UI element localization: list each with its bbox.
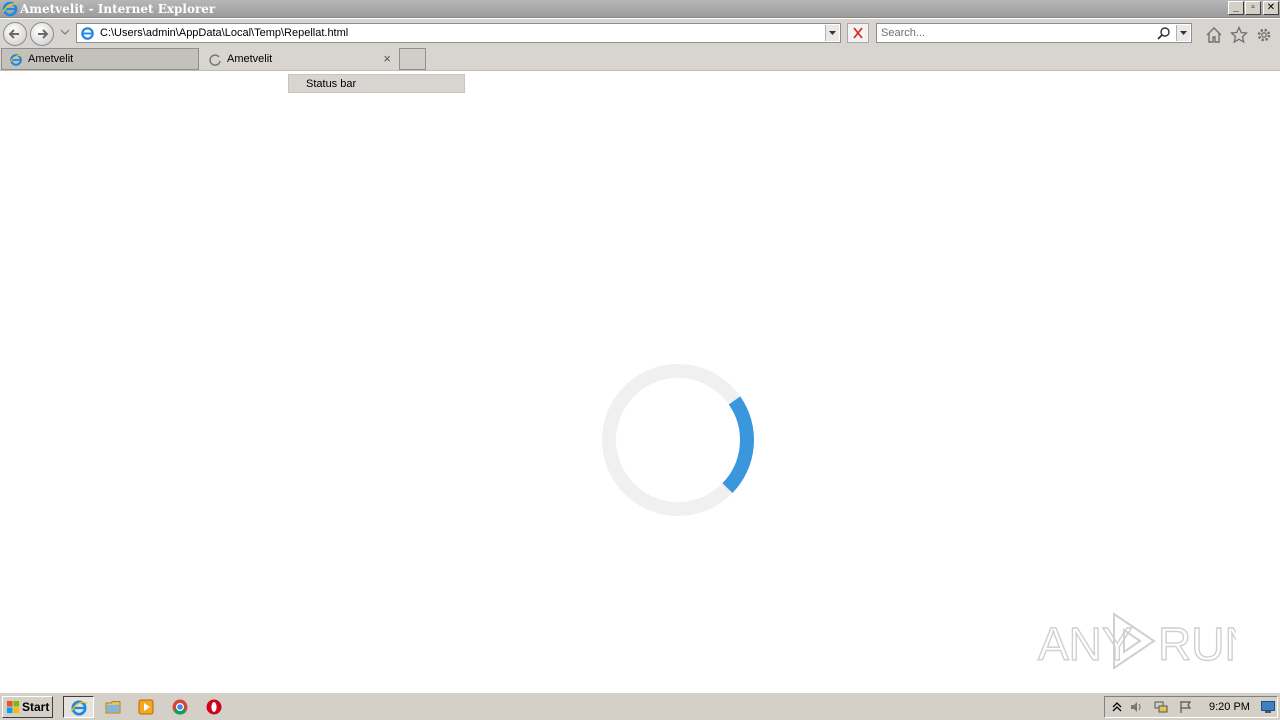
tab-label: Ametvelit (227, 53, 273, 65)
svg-text:ANY: ANY (1038, 618, 1133, 670)
window-title: Ametvelit - Internet Explorer (20, 2, 216, 16)
back-button[interactable] (3, 22, 27, 46)
favorites-star-icon[interactable] (1230, 26, 1248, 44)
search-icon[interactable] (1157, 26, 1171, 40)
tab-strip: Ametvelit Ametvelit × (0, 47, 1280, 71)
forward-arrow-icon (38, 29, 49, 39)
ie-icon (70, 700, 88, 716)
page-icon (81, 27, 94, 40)
address-dropdown-button[interactable] (825, 25, 839, 41)
chrome-icon[interactable] (171, 698, 189, 716)
stop-x-icon (853, 27, 863, 39)
tab-label: Ametvelit (28, 53, 74, 65)
search-dropdown-button[interactable] (1176, 25, 1190, 41)
svg-text:RUN: RUN (1158, 618, 1236, 670)
close-button[interactable]: ✕ (1263, 1, 1279, 15)
media-player-icon[interactable] (137, 698, 155, 716)
anyrun-watermark: ANY RUN (1037, 612, 1236, 671)
folder-icon[interactable] (104, 698, 122, 716)
context-menu: Status bar (288, 74, 465, 93)
gear-icon[interactable] (1255, 26, 1273, 44)
address-text[interactable]: C:\Users\admin\AppData\Local\Temp\Repell… (100, 27, 348, 39)
volume-icon[interactable] (1129, 700, 1143, 714)
chevron-down-icon (829, 31, 836, 35)
minimize-button[interactable]: _ (1228, 1, 1244, 15)
start-label: Start (22, 700, 50, 714)
chevron-down-icon (1180, 31, 1187, 35)
system-tray: 9:20 PM (1104, 696, 1278, 718)
loading-spinner (602, 364, 754, 516)
start-button[interactable]: Start (2, 696, 53, 718)
loading-icon (209, 54, 221, 66)
action-center-flag-icon[interactable] (1179, 700, 1193, 714)
spinner-track (602, 364, 754, 516)
search-input[interactable]: Search... (881, 27, 925, 39)
title-bar: Ametvelit - Internet Explorer _ ▫ ✕ (0, 0, 1280, 18)
taskbar: Start 9:20 PM (0, 692, 1280, 720)
taskbar-ie-button[interactable] (63, 696, 94, 718)
navigation-bar: C:\Users\admin\AppData\Local\Temp\Repell… (0, 19, 1280, 47)
network-icon[interactable] (1154, 700, 1168, 714)
address-bar[interactable]: C:\Users\admin\AppData\Local\Temp\Repell… (76, 23, 841, 43)
history-dropdown-icon[interactable] (60, 27, 70, 37)
back-arrow-icon (8, 29, 19, 39)
clock[interactable]: 9:20 PM (1209, 701, 1250, 713)
opera-icon[interactable] (205, 698, 223, 716)
maximize-button[interactable]: ▫ (1245, 1, 1261, 15)
close-tab-icon[interactable]: × (383, 51, 391, 66)
show-desktop-icon[interactable] (1261, 701, 1275, 714)
forward-button[interactable] (30, 22, 54, 46)
search-box[interactable]: Search... (876, 23, 1192, 43)
new-tab-button[interactable] (399, 48, 426, 70)
tab-loading[interactable]: Ametvelit × (200, 48, 397, 70)
menu-item-status-bar[interactable]: Status bar (306, 78, 356, 90)
spinner-arc (602, 364, 754, 516)
home-icon[interactable] (1205, 26, 1223, 44)
tab-active[interactable]: Ametvelit (1, 48, 199, 70)
ie-icon (9, 54, 23, 66)
stop-button[interactable] (847, 23, 869, 43)
show-hidden-icons-icon[interactable] (1110, 700, 1124, 714)
ie-icon (2, 1, 18, 17)
windows-logo-icon (6, 700, 20, 714)
